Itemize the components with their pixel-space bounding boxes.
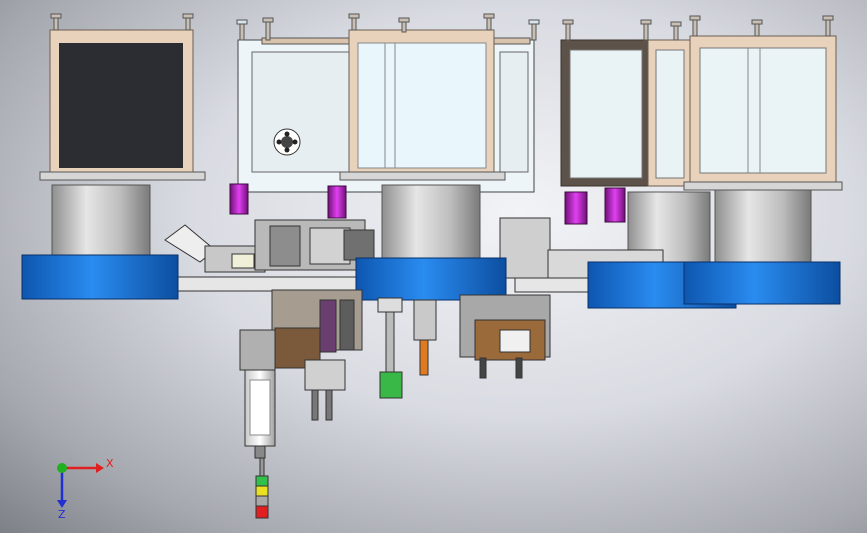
frame-left xyxy=(39,29,206,181)
frame-center xyxy=(339,29,506,181)
lower-tooling-left xyxy=(271,289,363,421)
lower-tooling-right xyxy=(459,294,551,379)
machine-assembly-drawing: X Z xyxy=(21,13,843,521)
cad-viewport[interactable]: X Z xyxy=(0,0,867,533)
bowl-center xyxy=(355,257,507,301)
drum-right-front xyxy=(714,189,812,271)
bowl-left xyxy=(21,254,179,300)
bowl-right-front xyxy=(683,261,841,305)
signal-tower xyxy=(255,457,269,519)
axis-z-label: Z xyxy=(58,508,66,521)
axis-x-label: X xyxy=(106,457,114,470)
frame-right-back xyxy=(560,39,693,187)
drum-left xyxy=(51,184,151,266)
frame-right-front xyxy=(683,35,843,191)
servo-motor xyxy=(239,329,276,459)
drum-center xyxy=(381,184,481,266)
axis-triad: X Z xyxy=(57,457,114,521)
lower-tooling-center xyxy=(377,297,437,399)
